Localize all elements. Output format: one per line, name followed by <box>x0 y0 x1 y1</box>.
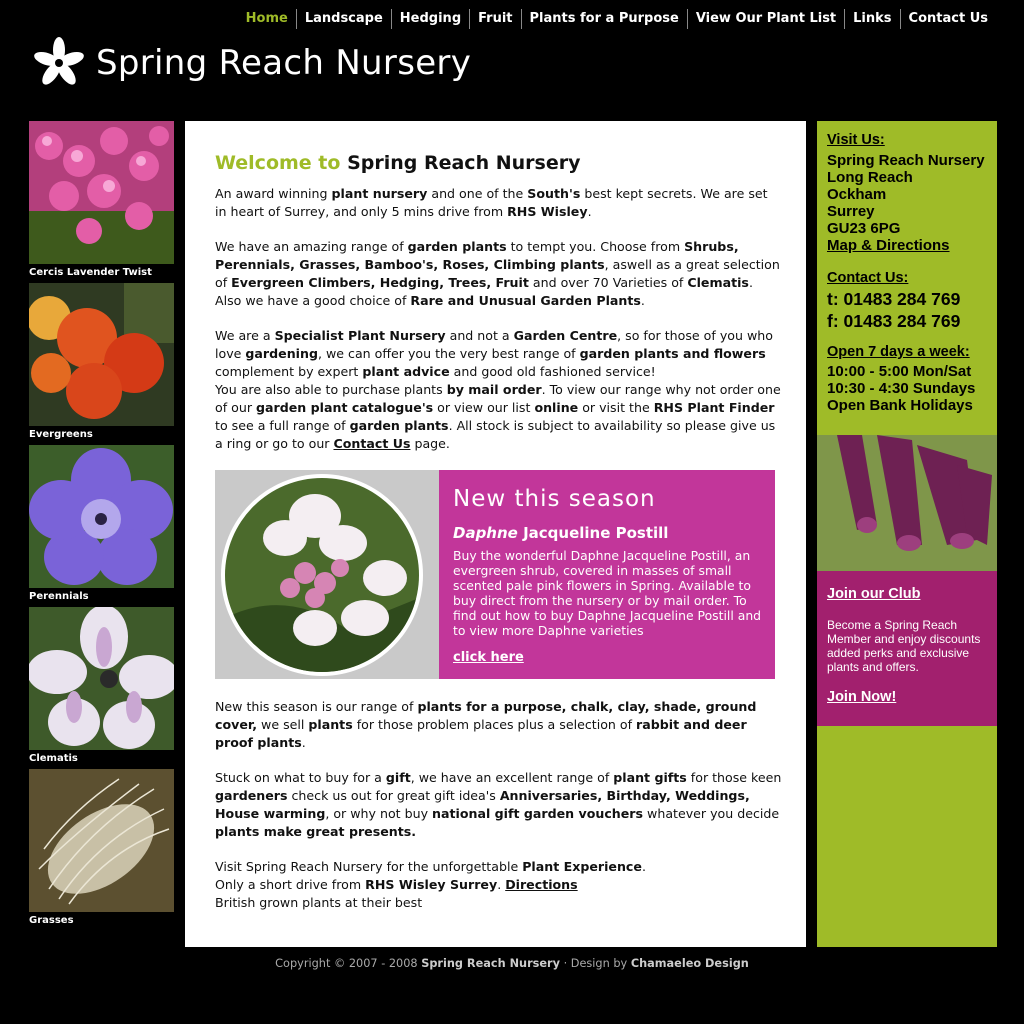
feature-description: Buy the wonderful Daphne Jacqueline Post… <box>453 548 762 638</box>
nav-plant-list[interactable]: View Our Plant List <box>686 9 844 29</box>
flower-icon <box>34 37 84 85</box>
feature-plant-name: Daphne Jacqueline Postill <box>453 524 669 542</box>
phone-number: t: 01483 284 769 <box>827 289 961 309</box>
new-this-season-banner: New this season Daphne Jacqueline Postil… <box>215 470 775 679</box>
address-line: Surrey <box>827 203 875 220</box>
perennials-image <box>29 445 174 588</box>
specialist-paragraph: We are a Specialist Plant Nursery and no… <box>215 328 781 451</box>
logo-text: Spring Reach Nursery <box>96 43 472 83</box>
contact-us-link[interactable]: Contact Us <box>333 436 410 451</box>
opening-hours-heading: Open 7 days a week: <box>827 344 970 360</box>
join-club-heading-link[interactable]: Join our Club <box>827 586 920 602</box>
join-club-panel: Join our Club Become a Spring Reach Memb… <box>817 571 997 726</box>
site-logo[interactable]: Spring Reach Nursery <box>32 36 471 90</box>
footer-site-name: Spring Reach Nursery <box>421 957 560 970</box>
hours-line: Open Bank Holidays <box>827 397 973 414</box>
clematis-image <box>29 607 174 750</box>
nav-hedging[interactable]: Hedging <box>390 9 469 29</box>
purple-flower-image <box>817 435 997 571</box>
range-paragraph: We have an amazing range of garden plant… <box>215 239 780 308</box>
thumb-cercis[interactable]: Cercis Lavender Twist <box>29 121 174 283</box>
address-line: GU23 6PG <box>827 220 901 237</box>
purpose-paragraph: New this season is our range of plants f… <box>215 699 757 750</box>
nav-home[interactable]: Home <box>238 9 296 29</box>
intro-paragraph: An award winning plant nursery and one o… <box>215 186 768 219</box>
contact-us-heading: Contact Us: <box>827 270 909 286</box>
address-line: Long Reach <box>827 169 913 186</box>
daphne-photo-frame <box>221 474 423 676</box>
thumb-perennials[interactable]: Perennials <box>29 445 174 607</box>
thumb-evergreens[interactable]: Evergreens <box>29 283 174 445</box>
cercis-image <box>29 121 174 264</box>
right-sidebar: Visit Us: Spring Reach Nursery Long Reac… <box>817 121 997 947</box>
club-description: Become a Spring Reach Member and enjoy d… <box>827 618 981 674</box>
main-content: Welcome to Spring Reach Nursery An award… <box>185 121 806 947</box>
grasses-image <box>29 769 174 912</box>
nav-fruit[interactable]: Fruit <box>469 9 520 29</box>
hours-line: 10:30 - 4:30 Sundays <box>827 380 976 397</box>
top-navigation: Home Landscape Hedging Fruit Plants for … <box>238 9 996 29</box>
nav-landscape[interactable]: Landscape <box>295 9 391 29</box>
thumb-clematis[interactable]: Clematis <box>29 607 174 769</box>
category-thumbnails: Cercis Lavender Twist Evergreens Perenni… <box>29 121 174 931</box>
daphne-photo <box>225 478 419 672</box>
thumb-label: Evergreens <box>29 429 93 440</box>
thumb-label: Perennials <box>29 591 89 602</box>
evergreens-image <box>29 283 174 426</box>
hours-line: 10:00 - 5:00 Mon/Sat <box>827 363 972 380</box>
thumb-grasses[interactable]: Grasses <box>29 769 174 931</box>
thumb-label: Clematis <box>29 753 78 764</box>
feature-click-here-link[interactable]: click here <box>453 650 524 665</box>
page-title: Welcome to Spring Reach Nursery <box>215 152 581 174</box>
nav-links[interactable]: Links <box>844 9 899 29</box>
address-line: Ockham <box>827 186 887 203</box>
fax-number: f: 01483 284 769 <box>827 311 961 331</box>
directions-link[interactable]: Directions <box>505 877 577 892</box>
thumb-label: Cercis Lavender Twist <box>29 267 152 278</box>
footer-designer-link[interactable]: Chamaeleo Design <box>631 957 749 970</box>
thumb-label: Grasses <box>29 915 74 926</box>
visit-paragraph: Visit Spring Reach Nursery for the unfor… <box>215 859 646 910</box>
join-now-link[interactable]: Join Now! <box>827 689 896 705</box>
nav-contact-us[interactable]: Contact Us <box>899 9 996 29</box>
visit-us-heading: Visit Us: <box>827 132 885 148</box>
address-line: Spring Reach Nursery <box>827 152 985 169</box>
map-directions-link[interactable]: Map & Directions <box>827 237 995 254</box>
footer: Copyright © 2007 - 2008 Spring Reach Nur… <box>275 957 749 970</box>
gift-paragraph: Stuck on what to buy for a gift, we have… <box>215 770 782 839</box>
feature-title: New this season <box>453 486 656 512</box>
nav-plants-for-a-purpose[interactable]: Plants for a Purpose <box>520 9 687 29</box>
